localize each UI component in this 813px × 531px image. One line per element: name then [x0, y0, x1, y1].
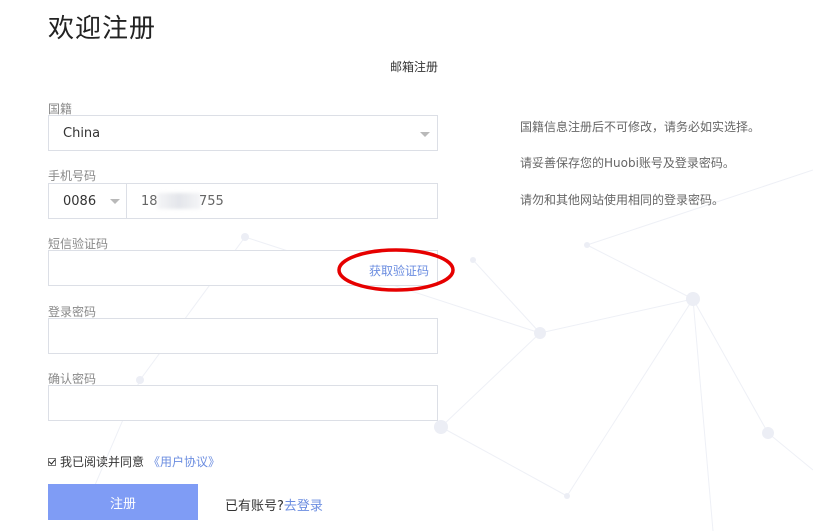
- hint-password-unique: 请勿和其他网站使用相同的登录密码。: [520, 193, 725, 207]
- hint-save-account: 请妥善保存您的Huobi账号及登录密码。: [520, 156, 735, 170]
- annotation-circle: [337, 248, 455, 292]
- nationality-value: China: [63, 126, 101, 141]
- register-button[interactable]: 注册: [48, 484, 198, 520]
- chevron-down-icon: [420, 132, 430, 137]
- agreement-row: 我已阅读并同意 《用户协议》: [48, 453, 220, 470]
- user-agreement-link[interactable]: 《用户协议》: [148, 453, 220, 470]
- nationality-select[interactable]: China: [48, 115, 438, 151]
- phone-value-suffix: 755: [199, 194, 224, 209]
- country-code-select[interactable]: 0086: [49, 184, 126, 218]
- phone-input-group: 0086 18 755: [48, 183, 438, 219]
- login-link[interactable]: 去登录: [284, 499, 323, 514]
- chevron-down-icon: [110, 199, 120, 204]
- register-page: 欢迎注册 邮箱注册 国籍 China 手机号码 0086 18 755 短信验证…: [0, 0, 813, 531]
- agreement-text: 我已阅读并同意: [60, 455, 145, 469]
- confirm-password-input[interactable]: [48, 385, 438, 421]
- password-input[interactable]: [48, 318, 438, 354]
- login-prompt: 已有账号?去登录: [225, 495, 323, 514]
- login-prompt-text: 已有账号?: [225, 499, 284, 514]
- email-register-tab[interactable]: 邮箱注册: [390, 58, 438, 75]
- country-code-value: 0086: [63, 194, 97, 209]
- redaction-mask: [157, 193, 201, 209]
- hint-nationality: 国籍信息注册后不可修改，请务必如实选择。: [520, 120, 761, 134]
- phone-label: 手机号码: [48, 169, 97, 183]
- phone-value-prefix: 18: [141, 194, 158, 209]
- page-title: 欢迎注册: [48, 14, 157, 44]
- agreement-checkbox[interactable]: [48, 457, 56, 466]
